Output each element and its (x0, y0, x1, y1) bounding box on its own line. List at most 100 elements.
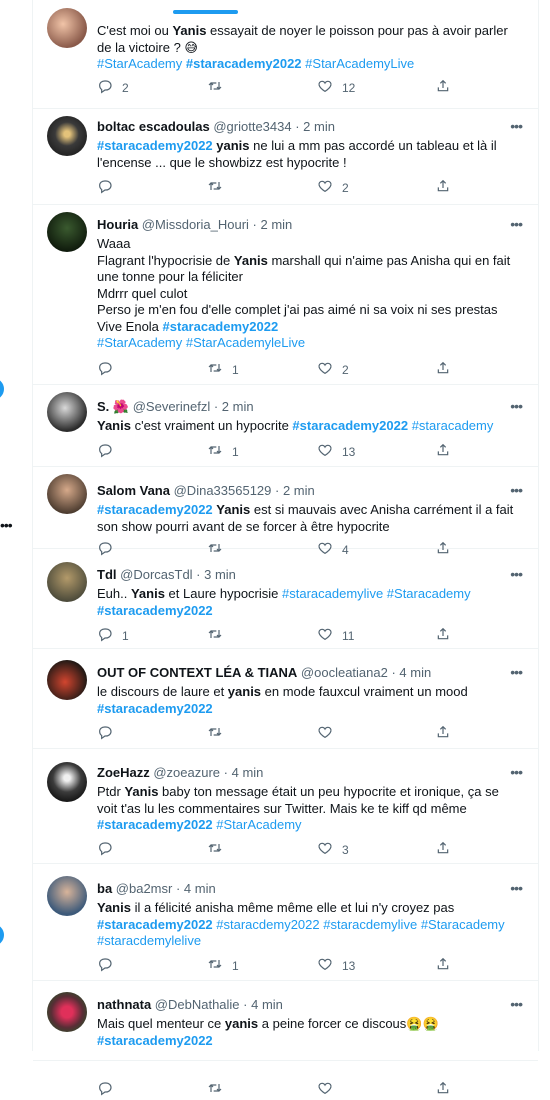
author-name[interactable]: boltac escadoulas (97, 119, 210, 134)
timestamp[interactable]: 2 min (260, 217, 292, 232)
retweet-button[interactable] (207, 178, 232, 197)
reply-button[interactable] (97, 956, 122, 975)
reply-button[interactable] (97, 442, 122, 461)
avatar[interactable] (47, 562, 87, 602)
retweet-button[interactable] (207, 840, 232, 859)
like-button[interactable]: 2 (317, 178, 349, 197)
tweet[interactable]: ZoeHazz @zoeazure · 4 min ••• Ptdr Yanis b… (33, 748, 538, 864)
hashtag-link[interactable]: #staracdemylive (323, 917, 417, 932)
reply-button[interactable] (97, 360, 122, 379)
author-handle[interactable]: @zoeazure (153, 765, 220, 780)
author-handle[interactable]: @ba2msr (116, 881, 173, 896)
more-icon[interactable]: ••• (510, 764, 523, 780)
more-icon[interactable]: ••• (510, 566, 523, 582)
like-button[interactable]: 2 (317, 360, 349, 379)
avatar[interactable] (47, 474, 87, 514)
hashtag-link[interactable]: #StarAcademy (97, 335, 182, 350)
like-button[interactable]: 13 (317, 442, 355, 461)
reply-button[interactable] (97, 840, 122, 859)
hashtag-link[interactable]: #staracademy2022 (97, 1033, 213, 1048)
hashtag-link[interactable]: #staracdemylelive (97, 933, 201, 948)
reply-button[interactable]: 2 (97, 78, 129, 97)
more-icon[interactable]: ••• (0, 517, 13, 533)
retweet-button[interactable]: 1 (207, 360, 239, 379)
author-handle[interactable]: @DebNathalie (155, 997, 240, 1012)
more-icon[interactable]: ••• (510, 398, 523, 414)
retweet-button[interactable] (207, 78, 232, 97)
avatar[interactable] (47, 992, 87, 1032)
author-handle[interactable]: @oocleatiana2 (301, 665, 388, 680)
share-button[interactable] (435, 956, 451, 975)
hashtag-link[interactable]: #staracademy2022 (97, 917, 213, 932)
avatar[interactable] (47, 762, 87, 802)
author-handle[interactable]: @griotte3434 (213, 119, 291, 134)
more-icon[interactable]: ••• (510, 482, 523, 498)
like-button[interactable] (317, 724, 342, 743)
tweet[interactable]: nathnata @DebNathalie · 4 min ••• Mais que… (33, 980, 538, 1096)
hashtag-link[interactable]: #staracademy2022 (97, 603, 213, 618)
hashtag-link[interactable]: #staracdemy2022 (216, 917, 319, 932)
author-name[interactable]: Houria (97, 217, 138, 232)
avatar[interactable] (47, 660, 87, 700)
author-name[interactable]: S. 🌺 (97, 399, 129, 414)
author-handle[interactable]: @Severinefzl (133, 399, 211, 414)
avatar[interactable] (47, 392, 87, 432)
avatar[interactable] (47, 876, 87, 916)
share-button[interactable] (435, 178, 451, 197)
like-button[interactable]: 11 (317, 626, 354, 645)
hashtag-link[interactable]: #Staracademy (421, 917, 505, 932)
hashtag-link[interactable]: #StarAcademy (97, 56, 182, 71)
retweet-button[interactable] (207, 626, 232, 645)
timestamp[interactable]: 4 min (184, 881, 216, 896)
avatar[interactable] (47, 8, 87, 48)
retweet-button[interactable] (207, 724, 232, 743)
retweet-button[interactable] (207, 1080, 232, 1099)
more-icon[interactable]: ••• (510, 216, 523, 232)
author-name[interactable]: ba (97, 881, 112, 896)
hashtag-link[interactable]: #staracademy (412, 418, 494, 433)
hashtag-link[interactable]: #StarAcademyleLive (186, 335, 305, 350)
tweet[interactable]: S. 🌺 @Severinefzl · 2 min ••• Yanis c'est … (33, 384, 538, 467)
tweet[interactable]: C'est moi ou Yanis essayait de noyer le … (33, 0, 538, 109)
share-button[interactable] (435, 1080, 451, 1099)
more-icon[interactable]: ••• (510, 996, 523, 1012)
reply-button[interactable] (97, 1080, 122, 1099)
tweet[interactable]: boltac escadoulas @griotte3434 · 2 min ••… (33, 108, 538, 205)
more-icon[interactable]: ••• (510, 118, 523, 134)
timestamp[interactable]: 4 min (251, 997, 283, 1012)
timestamp[interactable]: 2 min (222, 399, 254, 414)
author-name[interactable]: Tdl (97, 567, 117, 582)
like-button[interactable]: 3 (317, 840, 349, 859)
hashtag-link[interactable]: #StarAcademy (216, 817, 301, 832)
hashtag-link[interactable]: #staracademy2022 (97, 502, 213, 517)
share-button[interactable] (435, 626, 451, 645)
avatar[interactable] (47, 116, 87, 156)
tweet[interactable]: ba @ba2msr · 4 min ••• Yanis il a félicité… (33, 863, 538, 981)
share-button[interactable] (435, 724, 451, 743)
retweet-button[interactable]: 1 (207, 442, 239, 461)
hashtag-link[interactable]: #staracademy2022 (97, 701, 213, 716)
author-handle[interactable]: @Missdoria_Houri (142, 217, 249, 232)
tweet[interactable]: Tdl @DorcasTdl · 3 min ••• Euh.. Yanis et … (33, 548, 538, 649)
more-icon[interactable]: ••• (510, 880, 523, 896)
author-name[interactable]: OUT OF CONTEXT LÉA & TIANA (97, 665, 297, 680)
hashtag-link[interactable]: #StarAcademyLive (305, 56, 414, 71)
timestamp[interactable]: 2 min (303, 119, 335, 134)
reply-button[interactable]: 1 (97, 626, 129, 645)
share-button[interactable] (435, 840, 451, 859)
share-button[interactable] (435, 78, 451, 97)
hashtag-link[interactable]: #Staracademy (387, 586, 471, 601)
avatar[interactable] (47, 212, 87, 252)
tweet[interactable]: Houria @Missdoria_Houri · 2 min ••• Waaa Fl… (33, 204, 538, 385)
share-button[interactable] (435, 442, 451, 461)
share-button[interactable] (435, 360, 451, 379)
timestamp[interactable]: 4 min (232, 765, 264, 780)
like-button[interactable]: 12 (317, 78, 355, 97)
author-handle[interactable]: @Dina33565129 (174, 483, 272, 498)
author-handle[interactable]: @DorcasTdl (120, 567, 192, 582)
timestamp[interactable]: 4 min (399, 665, 431, 680)
like-button[interactable] (317, 1080, 342, 1099)
more-icon[interactable]: ••• (510, 664, 523, 680)
tweet[interactable]: Salom Vana @Dina33565129 · 2 min ••• #star… (33, 466, 538, 557)
timestamp[interactable]: 3 min (204, 567, 236, 582)
